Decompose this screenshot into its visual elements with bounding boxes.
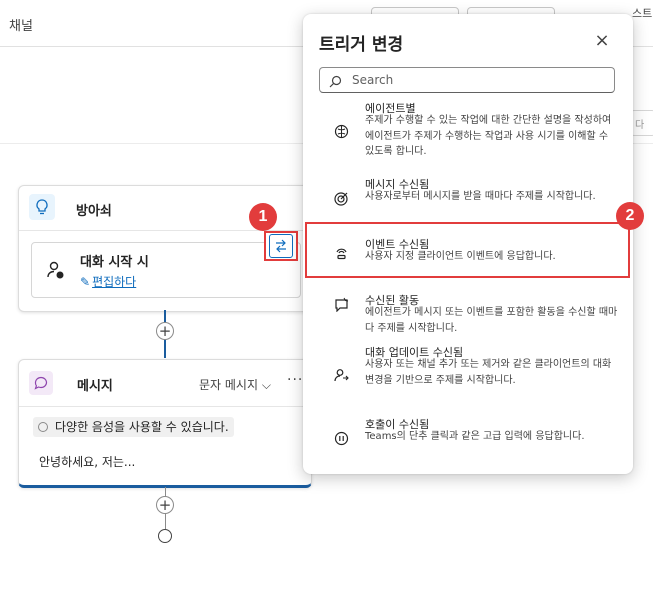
edit-trigger-link[interactable]: ✎ 편집하다 [80, 273, 136, 290]
highlight-box [305, 222, 630, 278]
voice-icon [38, 422, 48, 432]
page-title: 채널 [9, 19, 33, 34]
side-panel-toggle[interactable]: 다 [631, 110, 653, 136]
trigger-option-conversation-update[interactable]: 대화 업데이트 수신됨 사용자 또는 채널 추가 또는 제거와 같은 클라이언트… [303, 344, 633, 410]
trigger-option-invoke-received[interactable]: 호출이 수신됨 Teams의 단추 클릭과 같은 고급 입력에 응답합니다. [303, 416, 633, 462]
trigger-option-desc: 에이전트가 메시지 또는 이벤트를 포함한 활동을 수신할 때마다 주제를 시작… [365, 307, 618, 334]
message-type-dropdown[interactable]: 문자 메시지 ⌵ [199, 376, 271, 393]
chevron-down-icon: ⌵ [261, 378, 271, 392]
trigger-list: 에이전트별 주제가 수행할 수 있는 작업에 대한 간단한 설명을 작성하여 에… [303, 100, 633, 470]
person-chat-icon [46, 260, 66, 284]
add-node-button[interactable]: + [156, 322, 174, 340]
message-text[interactable]: 안녕하세요, 저는... [39, 453, 135, 470]
end-node [158, 529, 172, 543]
trigger-name: 대화 시작 시 [80, 255, 149, 270]
side-panel-label: 다 [635, 120, 645, 131]
brain-icon [332, 122, 350, 140]
trigger-option-desc: Teams의 단추 클릭과 같은 고급 입력에 응답합니다. [365, 431, 585, 442]
trigger-option-desc: 사용자 또는 채널 추가 또는 제거와 같은 클라이언트의 대화 변경을 기반으… [365, 359, 612, 386]
search-icon [329, 73, 342, 92]
chat-bubble-icon [29, 371, 53, 395]
trigger-option-activity-received[interactable]: 수신된 활동 에이전트가 메시지 또는 이벤트를 포함한 활동을 수신할 때마다… [303, 292, 633, 338]
activity-icon [332, 295, 350, 313]
lightbulb-icon [29, 194, 55, 220]
invoke-icon [332, 429, 350, 447]
message-type-label: 문자 메시지 [199, 378, 259, 392]
close-icon[interactable]: × [593, 32, 611, 50]
search-input[interactable] [352, 71, 602, 89]
trigger-option-message-received[interactable]: 메시지 수신됨 사용자로부터 메시지를 받을 때마다 주제를 시작합니다. [303, 176, 633, 222]
more-options-button[interactable]: ··· [287, 372, 303, 388]
change-trigger-button[interactable] [264, 231, 298, 261]
trigger-option-desc: 주제가 수행할 수 있는 작업에 대한 간단한 설명을 작성하여 에이전트가 주… [365, 115, 612, 157]
pencil-icon: ✎ [80, 275, 91, 289]
trigger-option-by-agent[interactable]: 에이전트별 주제가 수행할 수 있는 작업에 대한 간단한 설명을 작성하여 에… [303, 100, 633, 168]
trigger-detail: 대화 시작 시 ✎ 편집하다 [31, 242, 301, 298]
trigger-option-desc: 사용자로부터 메시지를 받을 때마다 주제를 시작합니다. [365, 191, 596, 202]
add-node-button[interactable]: + [156, 496, 174, 514]
voice-chip[interactable]: 다양한 음성을 사용할 수 있습니다. [33, 417, 234, 437]
callout-badge-1: 1 [249, 203, 277, 231]
trigger-node-title: 방아쇠 [76, 204, 112, 219]
voice-chip-label: 다양한 음성을 사용할 수 있습니다. [55, 420, 229, 434]
search-box[interactable] [319, 67, 615, 93]
edit-label: 편집하다 [92, 275, 137, 289]
message-node-title: 메시지 [77, 379, 113, 394]
target-icon [332, 189, 350, 207]
callout-badge-2: 2 [616, 202, 644, 230]
toolbar-label: 스트 [632, 7, 653, 20]
message-node-header: 메시지 문자 메시지 ⌵ ··· [19, 360, 311, 407]
message-node[interactable]: 메시지 문자 메시지 ⌵ ··· 다양한 음성을 사용할 수 있습니다. 안녕하… [18, 359, 312, 488]
panel-title: 트리거 변경 [319, 35, 404, 55]
conversation-update-icon [332, 366, 350, 384]
swap-arrows-icon [269, 234, 293, 258]
